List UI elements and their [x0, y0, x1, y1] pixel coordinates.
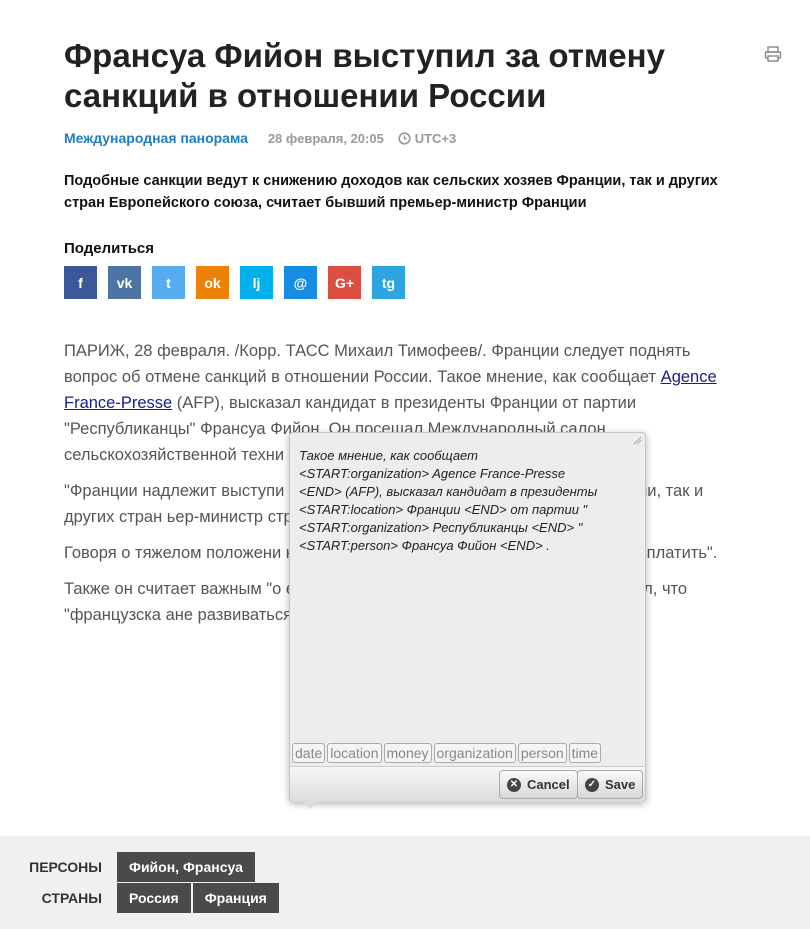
share-label: Поделиться	[64, 240, 155, 257]
annotation-editor[interactable]: Такое мнение, как сообщает <START:organi…	[299, 447, 629, 555]
persons-row: ПЕРСОНЫ Фийон, Франсуа	[0, 852, 257, 882]
twitter-icon: t	[166, 274, 171, 291]
twitter-share-button[interactable]: t	[152, 266, 185, 299]
countries-row: СТРАНЫ Россия Франция	[0, 883, 281, 913]
telegram-icon: tg	[381, 274, 396, 291]
tags-footer: ПЕРСОНЫ Фийон, Франсуа СТРАНЫ Россия Фра…	[0, 836, 810, 929]
timezone-label: UTC+3	[414, 131, 457, 146]
annotation-popup: Такое мнение, как сообщает <START:organi…	[289, 432, 646, 809]
googleplus-share-button[interactable]: G+	[328, 266, 361, 299]
save-button[interactable]: ✓ Save	[577, 770, 644, 799]
clock-icon	[398, 132, 411, 145]
tag-date-button[interactable]: date	[292, 743, 326, 763]
tag-person-button[interactable]: person	[517, 743, 567, 763]
person-tag[interactable]: Фийон, Франсуа	[117, 852, 255, 882]
livejournal-share-button[interactable]: lj	[240, 266, 273, 299]
editor-line: <START:location> Франции <END> от партии…	[299, 502, 588, 517]
country-tag[interactable]: Россия	[117, 883, 191, 913]
cancel-label: Cancel	[527, 777, 570, 792]
editor-line: <START:organization> Agence France-Press…	[299, 466, 566, 481]
mailru-icon: @	[293, 274, 308, 291]
check-icon: ✓	[585, 777, 599, 792]
editor-line: <START:organization> Республиканцы <END>…	[299, 520, 583, 535]
mailru-share-button[interactable]: @	[284, 266, 317, 299]
livejournal-icon: lj	[252, 274, 261, 291]
editor-line: <START:person> Франсуа Фийон <END> .	[299, 538, 550, 553]
googleplus-icon: G+	[334, 274, 355, 291]
editor-line: <END> (AFP), высказал кандидат в президе…	[299, 484, 598, 499]
resize-grip-icon[interactable]	[632, 435, 642, 445]
tag-location-button[interactable]: location	[327, 743, 382, 763]
odnoklassniki-icon: ok	[204, 274, 221, 291]
odnoklassniki-share-button[interactable]: ok	[196, 266, 229, 299]
article-meta: Международная панорама 28 февраля, 20:05…	[64, 130, 456, 146]
editor-line: Такое мнение, как сообщает	[299, 448, 478, 463]
vkontakte-share-button[interactable]: vk	[108, 266, 141, 299]
facebook-icon: f	[78, 274, 83, 291]
cancel-button[interactable]: ✕ Cancel	[499, 770, 578, 799]
telegram-share-button[interactable]: tg	[372, 266, 405, 299]
tag-money-button[interactable]: money	[383, 743, 432, 763]
timezone: UTC+3	[398, 131, 457, 146]
facebook-share-button[interactable]: f	[64, 266, 97, 299]
publish-date: 28 февраля, 20:05	[267, 131, 384, 146]
entity-tag-bar: date location money organization person …	[292, 743, 602, 763]
cancel-icon: ✕	[507, 777, 521, 792]
countries-label: СТРАНЫ	[41, 890, 102, 906]
share-buttons: f vk t ok lj @ G+ tg	[64, 266, 405, 299]
popup-button-bar: ✕ Cancel ✓ Save	[290, 766, 645, 802]
article-lead: Подобные санкции ведут к снижению доходо…	[64, 173, 718, 211]
save-label: Save	[605, 777, 636, 792]
persons-label: ПЕРСОНЫ	[29, 859, 102, 875]
rubric-link[interactable]: Международная панорама	[64, 130, 248, 146]
tag-time-button[interactable]: time	[568, 743, 602, 763]
vkontakte-icon: vk	[116, 274, 133, 291]
paragraph-text: ПАРИЖ, 28 февраля. /Корр. ТАСС Михаил Ти…	[64, 342, 691, 386]
country-tag[interactable]: Франция	[192, 883, 279, 913]
popup-pointer	[300, 799, 320, 809]
tag-organization-button[interactable]: organization	[433, 743, 516, 763]
page-title: Франсуа Фийон выступил за отмену санкций…	[64, 37, 665, 114]
print-icon[interactable]	[764, 45, 782, 63]
